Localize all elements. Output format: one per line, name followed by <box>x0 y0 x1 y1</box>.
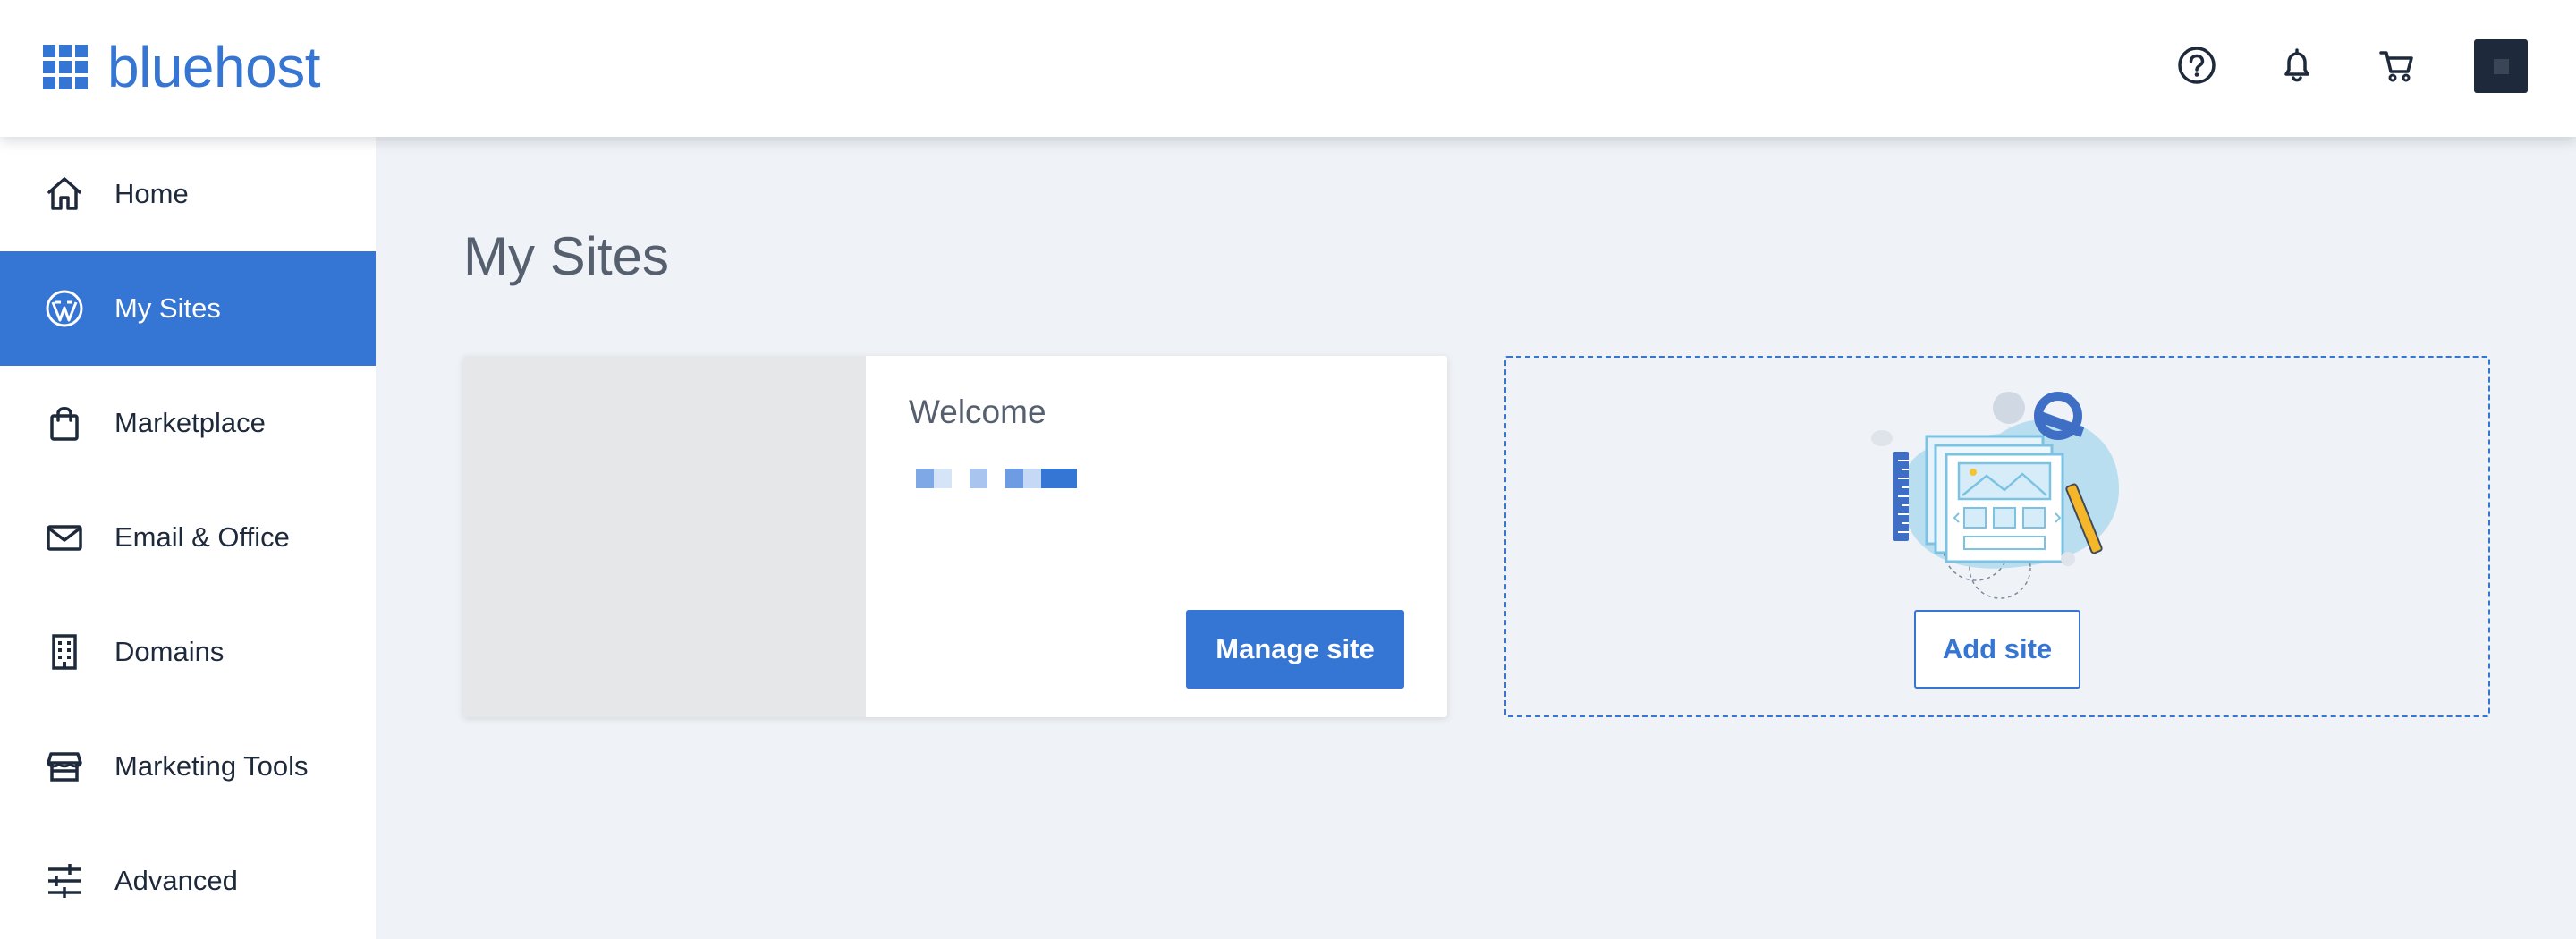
logo-grid-icon <box>43 45 88 89</box>
storefront-icon <box>45 747 84 786</box>
sidebar-item-label: Domains <box>114 636 225 667</box>
building-icon <box>45 632 84 672</box>
bluehost-logo[interactable]: bluehost <box>43 35 320 99</box>
sidebar-item-marketplace[interactable]: Marketplace <box>0 366 376 480</box>
shopping-bag-icon <box>45 403 84 443</box>
site-card: Welcome Manage site <box>463 356 1447 717</box>
sidebar-item-advanced[interactable]: Advanced <box>0 824 376 938</box>
sidebar-item-home[interactable]: Home <box>0 137 376 251</box>
add-site-card[interactable]: Add site <box>1504 356 2490 717</box>
sliders-icon <box>45 861 84 901</box>
sidebar-item-email-office[interactable]: Email & Office <box>0 480 376 595</box>
site-name: Welcome <box>909 393 1046 430</box>
sidebar-item-label: Marketplace <box>114 407 266 438</box>
page-title: My Sites <box>463 226 670 286</box>
add-site-button[interactable]: Add site <box>1914 610 2080 689</box>
site-thumbnail[interactable] <box>463 356 866 717</box>
sidebar-item-label: Marketing Tools <box>114 750 309 782</box>
cart-icon[interactable] <box>2377 45 2418 86</box>
sidebar-item-marketing-tools[interactable]: Marketing Tools <box>0 709 376 824</box>
sidebar-item-label: Home <box>114 178 189 209</box>
help-icon[interactable] <box>2176 45 2217 86</box>
home-icon <box>45 174 84 214</box>
website-builder-illustration <box>1871 392 2120 599</box>
logo-text: bluehost <box>107 35 320 99</box>
bell-icon[interactable] <box>2276 45 2318 86</box>
sidebar-item-label: Advanced <box>114 865 238 896</box>
user-avatar[interactable] <box>2474 39 2528 93</box>
manage-site-button[interactable]: Manage site <box>1186 610 1404 689</box>
site-url-redacted <box>916 469 1095 488</box>
sidebar-item-my-sites[interactable]: My Sites <box>0 251 376 366</box>
sidebar-item-label: My Sites <box>114 292 221 324</box>
sidebar-item-domains[interactable]: Domains <box>0 595 376 709</box>
top-header: bluehost <box>0 0 2576 137</box>
envelope-icon <box>45 518 84 557</box>
sidebar-item-label: Email & Office <box>114 521 290 553</box>
wordpress-icon <box>45 289 84 328</box>
sidebar: Home My Sites Marketplace Email & Office… <box>0 137 376 939</box>
